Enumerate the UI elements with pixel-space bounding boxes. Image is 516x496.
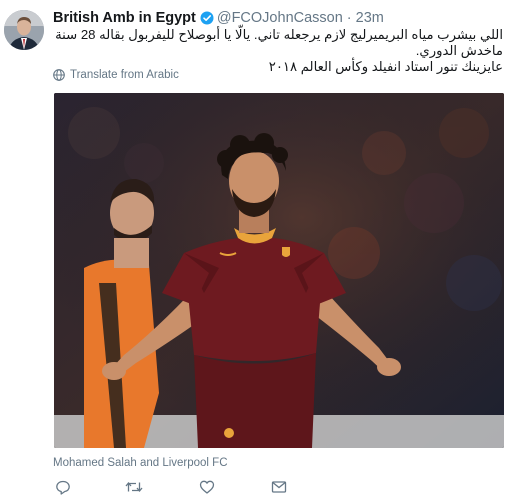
retweet-icon bbox=[125, 481, 143, 493]
globe-icon bbox=[53, 69, 65, 81]
translate-label: Translate from Arabic bbox=[70, 69, 179, 81]
tweet-text: اللي بيشرب مياه البريميرليج لازم يرجعله … bbox=[53, 27, 503, 75]
user-handle[interactable]: @FCOJohnCasson bbox=[217, 10, 343, 26]
reply-button[interactable] bbox=[55, 478, 71, 496]
tweet-text-line: اللي بيشرب مياه البريميرليج لازم يرجعله … bbox=[55, 27, 503, 58]
like-icon bbox=[199, 480, 215, 494]
tweet-header: British Amb in Egypt @FCOJohnCasson · 23… bbox=[53, 8, 506, 28]
retweet-button[interactable] bbox=[125, 478, 143, 496]
display-name[interactable]: British Amb in Egypt bbox=[53, 10, 196, 26]
translate-link[interactable]: Translate from Arabic bbox=[53, 69, 179, 81]
avatar[interactable] bbox=[4, 10, 44, 50]
direct-message-button[interactable] bbox=[271, 478, 287, 496]
separator-dot: · bbox=[346, 10, 352, 26]
tweet-media-photo[interactable] bbox=[54, 93, 504, 448]
reply-icon bbox=[56, 480, 70, 495]
timestamp[interactable]: 23m bbox=[356, 10, 384, 26]
like-button[interactable] bbox=[199, 478, 215, 496]
direct-message-icon bbox=[271, 481, 287, 493]
avatar-image bbox=[4, 10, 44, 50]
verified-badge-icon bbox=[200, 11, 214, 25]
media-caption[interactable]: Mohamed Salah and Liverpool FC bbox=[53, 457, 228, 469]
tweet-actions bbox=[53, 478, 503, 496]
